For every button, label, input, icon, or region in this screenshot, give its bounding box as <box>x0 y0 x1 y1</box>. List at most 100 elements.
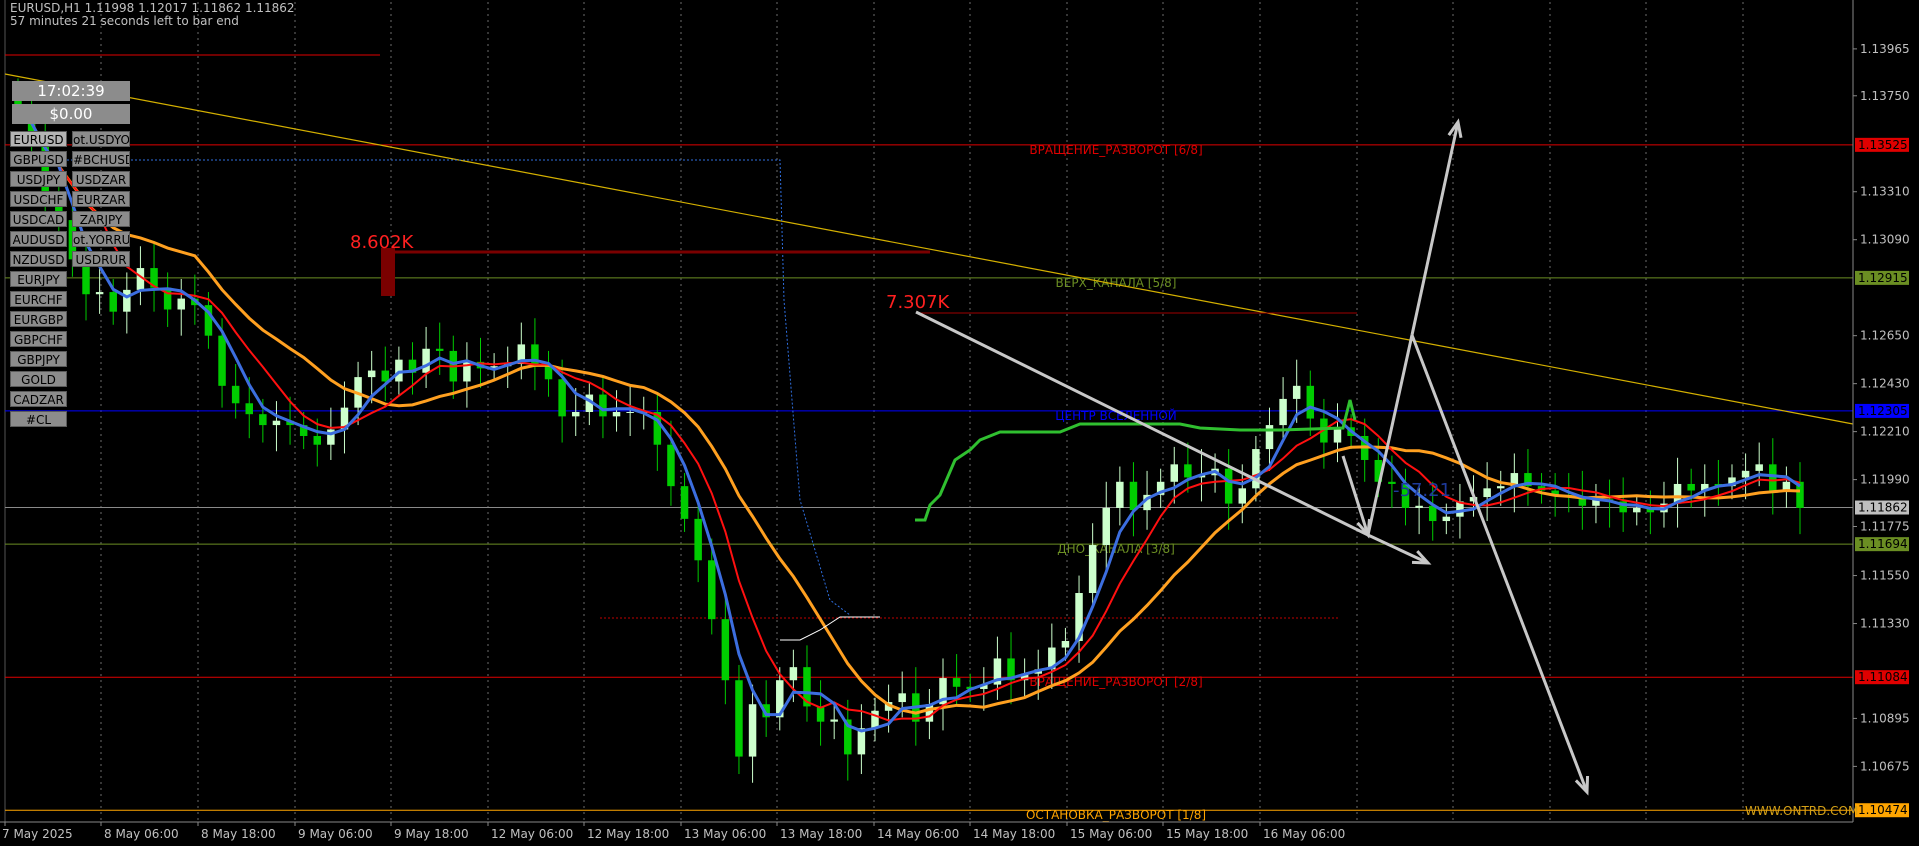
symbol-button-otyorru[interactable]: ot.YORRU <box>72 231 130 247</box>
candle-body <box>667 444 675 487</box>
symbol-button-eurgbp[interactable]: EURGBP <box>10 311 67 327</box>
candle-body <box>721 619 730 681</box>
symbol-button-usdrur[interactable]: USDRUR <box>72 251 130 267</box>
symbol-button-gbpusd[interactable]: GBPUSD <box>10 151 67 167</box>
time-axis: 7 May 2025 8 May 06:00 8 May 18:00 9 May 06… <box>0 821 1853 841</box>
candle-body <box>571 412 580 417</box>
y-tick-label: 1.10675 <box>1860 759 1910 773</box>
candle-body <box>1687 483 1695 491</box>
candle-body <box>558 379 566 417</box>
candle-body <box>381 370 390 382</box>
y-tick-label: 1.12430 <box>1860 377 1910 391</box>
level-price-label: 1.10474 <box>1858 803 1908 817</box>
candle-body <box>422 348 430 373</box>
watermark: WWW.ONTRD.COM <box>1745 804 1858 818</box>
level-label: ВРАЩЕНИЕ_РАЗВОРОТ [6/8] <box>1029 143 1202 157</box>
y-tick-label: 1.13965 <box>1860 42 1910 56</box>
symbol-button-eurjpy[interactable]: EURJPY <box>10 271 67 287</box>
y-tick-label: 1.11990 <box>1860 473 1910 487</box>
candle-body <box>1755 464 1763 471</box>
y-tick-label: 1.11330 <box>1860 617 1910 631</box>
level-price-label: 1.12915 <box>1858 271 1908 285</box>
forecast-arrows <box>915 118 1590 796</box>
symbol-button-usdjpy[interactable]: USDJPY <box>10 171 67 187</box>
symbol-button-usdchf[interactable]: USDCHF <box>10 191 67 207</box>
main-trendline <box>4 73 1854 425</box>
symbol-button-usdcad[interactable]: USDCAD <box>10 211 67 227</box>
symbol-button-otusdyo[interactable]: ot.USDYO <box>72 131 130 147</box>
x-tick-label: 13 May 18:00 <box>780 827 862 841</box>
candle-body <box>259 414 267 426</box>
candle-body <box>1633 507 1641 513</box>
x-tick-label: 13 May 06:00 <box>684 827 766 841</box>
symbol-button-audusd[interactable]: AUDUSD <box>10 231 67 247</box>
wedge-extension-arrow <box>1367 533 1429 565</box>
candle-body <box>531 344 539 367</box>
candle-body <box>748 704 757 757</box>
indicator-lines <box>16 107 1801 733</box>
x-tick-label: 16 May 06:00 <box>1263 827 1345 841</box>
candle-body <box>313 435 322 445</box>
symbol-button-zarjpy[interactable]: ZARJPY <box>72 211 130 227</box>
level-price-label: 1.12305 <box>1858 404 1908 418</box>
x-tick-label: 12 May 18:00 <box>587 827 669 841</box>
y-tick-label: 1.13310 <box>1860 185 1910 199</box>
candle-body <box>694 518 702 561</box>
candle-body <box>1129 481 1138 511</box>
candle-body <box>1496 486 1505 489</box>
x-tick-label: 9 May 18:00 <box>394 827 469 841</box>
red-ma-line <box>17 108 1801 722</box>
symbol-button-cadzar[interactable]: CADZAR <box>10 391 67 407</box>
candle-body <box>735 680 743 757</box>
symbol-button-eurchf[interactable]: EURCHF <box>10 291 67 307</box>
symbol-button-nzdusd[interactable]: NZDUSD <box>10 251 67 267</box>
rally-arrow <box>1410 121 1460 336</box>
candle-body <box>435 348 444 351</box>
symbol-button-eurzar[interactable]: EURZAR <box>72 191 130 207</box>
level-price-label: 1.13525 <box>1858 138 1908 152</box>
candle-body <box>1116 481 1124 508</box>
candle-body <box>898 693 906 703</box>
candle-body <box>1741 470 1750 478</box>
x-tick-label: 14 May 06:00 <box>877 827 959 841</box>
y-tick-label: 1.12210 <box>1860 425 1910 439</box>
symbol-button-cl[interactable]: #CL <box>10 411 67 427</box>
level-label: ВРАЩЕНИЕ_РАЗВОРОТ [2/8] <box>1029 675 1202 689</box>
y-tick-label: 1.13750 <box>1860 89 1910 103</box>
x-tick-label: 15 May 18:00 <box>1166 827 1248 841</box>
symbol-button-gold[interactable]: GOLD <box>10 371 67 387</box>
price-axis: 1.13965 1.13750 1.13310 1.13090 1.12650 1.124… <box>1852 0 1910 822</box>
symbol-button-bchusd[interactable]: #BCHUSD <box>72 151 130 167</box>
candle-body <box>599 394 607 417</box>
symbol-button-usdzar[interactable]: USDZAR <box>72 171 130 187</box>
pips-label: -57.21 <box>1393 480 1451 501</box>
candle-body <box>1483 488 1491 498</box>
clock-display: 17:02:39 <box>12 81 130 101</box>
candle-body <box>612 412 621 417</box>
y-tick-label: 1.12650 <box>1860 329 1910 343</box>
candle-body <box>1102 507 1110 546</box>
candle-body <box>1306 385 1315 419</box>
last-price-label: 1.11862 <box>1858 501 1908 515</box>
candle-body <box>1292 385 1301 399</box>
symbol-button-gbpjpy[interactable]: GBPJPY <box>10 351 67 367</box>
symbol-button-eurusd[interactable]: EURUSD <box>10 131 67 147</box>
level-price-label: 1.11084 <box>1858 670 1908 684</box>
candle-body <box>789 667 798 681</box>
candle-body <box>871 710 879 729</box>
x-tick-label: 15 May 06:00 <box>1070 827 1152 841</box>
balance-display: $0.00 <box>12 104 130 124</box>
symbol-button-gbpchf[interactable]: GBPCHF <box>10 331 67 347</box>
candle-body <box>218 335 226 386</box>
candle-body <box>1184 464 1192 478</box>
x-tick-label: 8 May 06:00 <box>104 827 179 841</box>
candle-body <box>177 298 185 310</box>
level-label: ВЕРХ_КАНАЛА [5/8] <box>1056 276 1177 290</box>
candle-body <box>1088 545 1097 594</box>
candle-body <box>1238 488 1247 504</box>
x-tick-label: 12 May 06:00 <box>491 827 573 841</box>
level-label: ОСТАНОВКА_РАЗВОРОТ [1/8] <box>1026 808 1206 822</box>
price-chart[interactable]: ВРАЩЕНИЕ_РАЗВОРОТ [6/8] ВЕРХ_КАНАЛА [5/8]… <box>0 0 1919 846</box>
candle-body <box>544 366 553 380</box>
candle-body <box>367 370 376 378</box>
